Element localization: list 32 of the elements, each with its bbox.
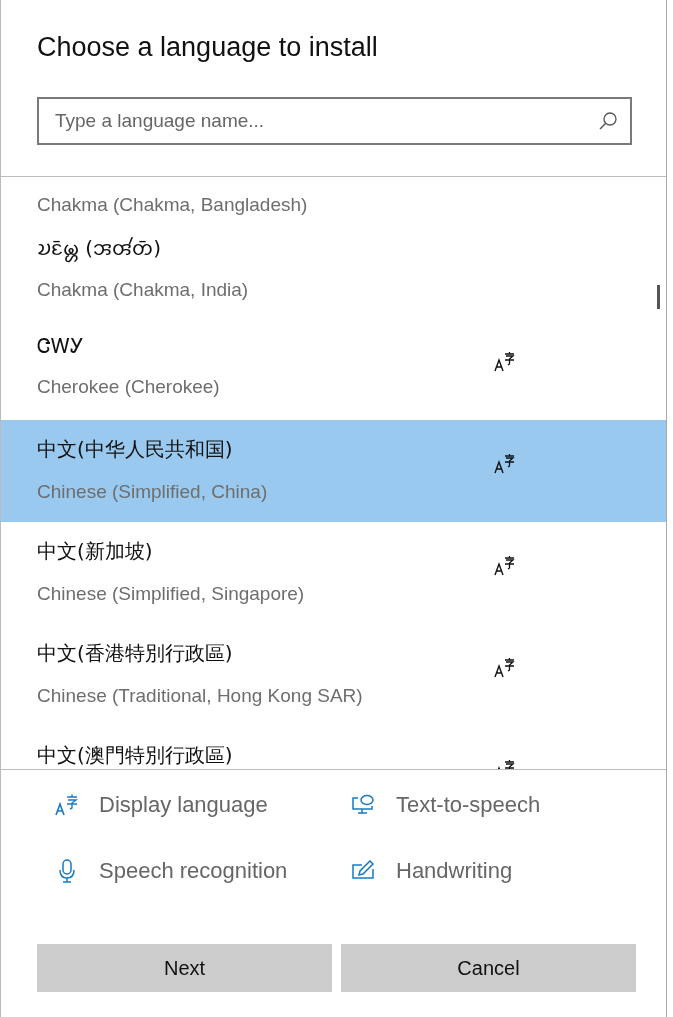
feature-label: Speech recognition [99, 858, 288, 884]
next-button[interactable]: Next [37, 944, 332, 992]
pen-icon [352, 860, 376, 882]
language-item[interactable]: 中文(香港特別行政區) Chinese (Traditional, Hong Kong SAR) [1, 624, 666, 726]
language-native-name: 中文(新加坡) [37, 538, 154, 565]
search-icon [598, 111, 618, 131]
dialog-title: Choose a language to install [36, 31, 379, 64]
language-item[interactable]: 中文(澳門特別行政區) [1, 726, 666, 769]
language-native-name: 中文(香港特別行政區) [37, 640, 234, 667]
language-native-name: ᏣᎳᎩ [37, 334, 85, 358]
language-name: Chakma (Chakma, India) [37, 279, 250, 301]
display-language-icon [55, 794, 79, 816]
language-item[interactable]: Chakma (Chakma, Bangladesh) [1, 177, 666, 216]
language-name: Chinese (Simplified, Singapore) [37, 583, 306, 605]
feature-label: Display language [99, 792, 268, 818]
language-item[interactable]: 中文(中华人民共和国) Chinese (Simplified, China) [1, 420, 666, 522]
monitor-speech-icon [352, 794, 376, 816]
language-item[interactable]: 中文(新加坡) Chinese (Simplified, Singapore) [1, 522, 666, 624]
language-item[interactable]: ᏣᎳᎩ Cherokee (Cherokee) [1, 318, 666, 420]
language-name: Chinese (Traditional, Hong Kong SAR) [37, 685, 364, 707]
language-native-name: 中文(中华人民共和国) [37, 436, 234, 463]
scrollbar-thumb[interactable] [657, 285, 660, 309]
language-item[interactable]: 𑄌𑄋𑄴𑄟𑄳𑄦 (𑄞𑄢𑄧𑄖𑄴) Chakma (Chakma, India) [1, 216, 666, 318]
cancel-button[interactable]: Cancel [341, 944, 636, 992]
feature-label: Text-to-speech [396, 792, 541, 818]
feature-label: Handwriting [396, 858, 513, 884]
language-name: Chakma (Chakma, Bangladesh) [37, 194, 309, 216]
language-native-name: 中文(澳門特別行政區) [37, 742, 234, 769]
language-name: Chinese (Simplified, China) [37, 481, 269, 503]
language-native-name: 𑄌𑄋𑄴𑄟𑄳𑄦 (𑄞𑄢𑄧𑄖𑄴) [37, 232, 516, 261]
search-field[interactable]: Type a language name... [37, 97, 632, 145]
language-name: Cherokee (Cherokee) [37, 376, 221, 398]
